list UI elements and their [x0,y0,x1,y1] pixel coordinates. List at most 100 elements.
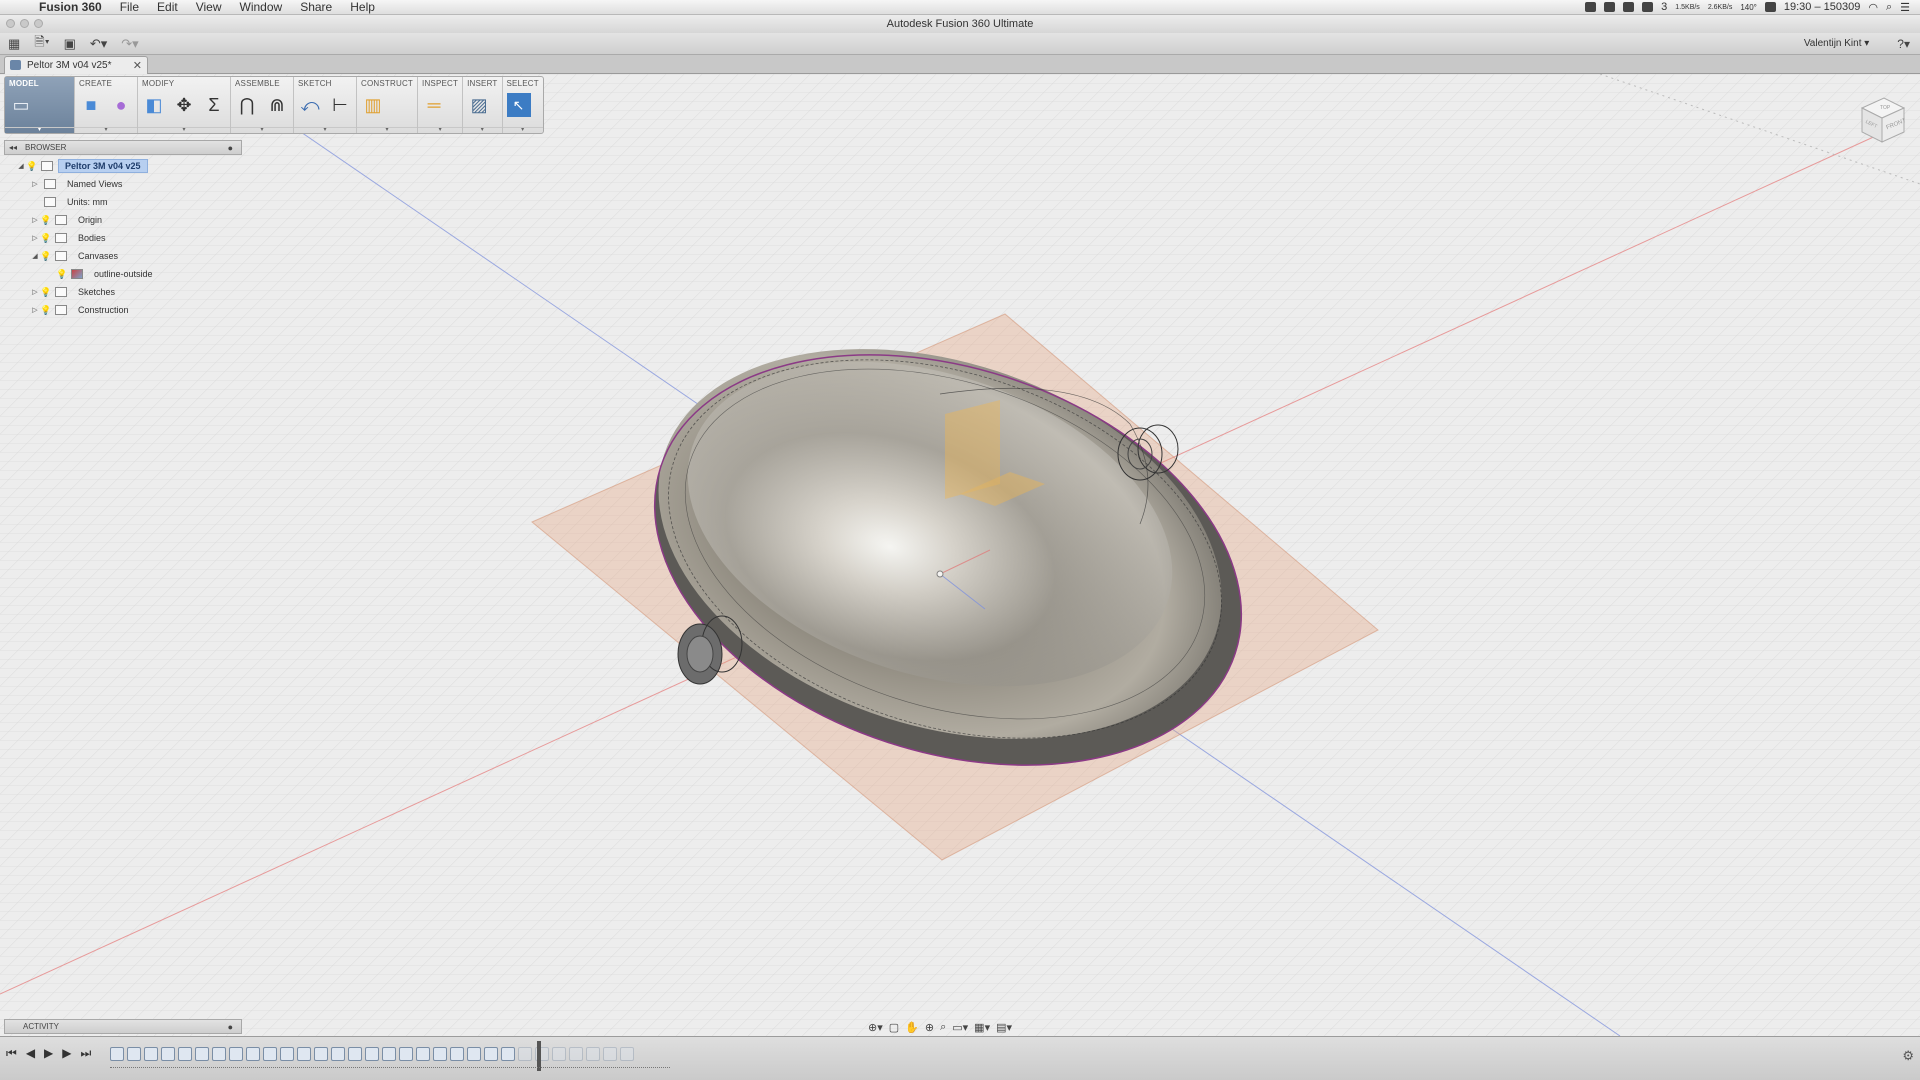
expand-arrow-icon[interactable]: ▷ [30,306,40,314]
visibility-bulb-icon[interactable]: 💡 [26,161,37,172]
visibility-bulb-icon[interactable]: 💡 [40,287,51,298]
user-account-menu[interactable]: Valentijn Kint ▾ [1804,38,1869,49]
timeline-settings-gear-icon[interactable]: ⚙ [1902,1048,1914,1064]
document-tab[interactable]: Peltor 3M v04 v25* ✕ [4,56,148,74]
timeline-step[interactable] [365,1047,379,1061]
visibility-bulb-icon[interactable]: 💡 [40,251,51,262]
save-icon[interactable]: ▣ [64,36,76,52]
browser-panel-header[interactable]: ◂◂ BROWSER ● [4,140,242,155]
go-to-start-icon[interactable]: ⏮ [6,1046,17,1061]
tree-node-root[interactable]: ◢ 💡 Peltor 3M v04 v25 [4,157,244,175]
visibility-bulb-icon[interactable]: 💡 [56,269,67,280]
tree-node-origin[interactable]: ▷ 💡 Origin [4,211,244,229]
tree-node-bodies[interactable]: ▷ 💡 Bodies [4,229,244,247]
timeline-step[interactable] [178,1047,192,1061]
play-icon[interactable]: ▶ [44,1046,53,1061]
collapse-arrow-icon[interactable]: ◢ [30,252,40,260]
zoom-icon[interactable]: ⊕ [925,1021,934,1034]
modify-dropdown-icon[interactable]: ▾ [138,127,230,133]
grid-settings-icon[interactable]: ▦▾ [974,1021,990,1034]
timeline-step[interactable] [297,1047,311,1061]
tree-node-sketches[interactable]: ▷ 💡 Sketches [4,283,244,301]
create-sketch-icon[interactable]: ⤺ [298,93,322,117]
menu-help[interactable]: Help [341,0,384,14]
menu-share[interactable]: Share [291,0,341,14]
timeline-step-suppressed[interactable] [586,1047,600,1061]
tree-node-construction[interactable]: ▷ 💡 Construction [4,301,244,319]
timeline-step[interactable] [127,1047,141,1061]
workspace-dropdown-icon[interactable]: ▾ [5,127,74,133]
expand-arrow-icon[interactable]: ▷ [30,216,40,224]
timeline-step[interactable] [229,1047,243,1061]
notification-center-icon[interactable]: ☰ [1900,1,1910,14]
data-panel-icon[interactable]: ▦ [8,36,20,52]
timeline-step[interactable] [399,1047,413,1061]
timeline-step-suppressed[interactable] [552,1047,566,1061]
orbit-icon[interactable]: ⊕▾ [868,1021,883,1034]
app-tray-icon[interactable] [1642,2,1654,12]
wifi-icon[interactable]: ◠ [1868,1,1878,14]
activity-panel-header[interactable]: ACTIVITY ● [4,1019,242,1034]
timeline-step[interactable] [467,1047,481,1061]
expand-arrow-icon[interactable]: ▷ [30,288,40,296]
timeline-step[interactable] [212,1047,226,1061]
file-menu-icon[interactable]: 🗎▾ [34,33,49,55]
zoom-window-button[interactable] [34,19,43,28]
help-icon[interactable]: ?▾ [1897,37,1910,51]
visibility-bulb-icon[interactable]: 💡 [40,305,51,316]
timeline-step-suppressed[interactable] [620,1047,634,1061]
collapse-browser-icon[interactable]: ◂◂ [9,143,17,152]
inspect-dropdown-icon[interactable]: ▾ [418,127,463,133]
press-pull-icon[interactable]: ◧ [142,93,166,117]
expand-arrow-icon[interactable]: ▷ [30,180,40,188]
pin-panel-icon[interactable]: ● [228,143,233,153]
sketch-dimension-icon[interactable]: ⊢ [328,93,352,117]
go-to-end-icon[interactable]: ⏭ [81,1046,92,1061]
attached-canvas-icon[interactable]: ▨ [467,93,491,117]
look-at-icon[interactable]: ▢ [889,1021,899,1034]
timeline-step[interactable] [280,1047,294,1061]
construct-dropdown-icon[interactable]: ▾ [357,127,418,133]
create-dropdown-icon[interactable]: ▾ [75,127,137,133]
expand-arrow-icon[interactable]: ▷ [30,234,40,242]
parameters-sigma-icon[interactable]: Σ [202,93,226,117]
tree-node-canvases[interactable]: ◢ 💡 Canvases [4,247,244,265]
app-menu[interactable]: Fusion 360 [30,0,111,14]
timeline-step[interactable] [263,1047,277,1061]
timeline-step[interactable] [314,1047,328,1061]
menu-file[interactable]: File [111,0,148,14]
menu-window[interactable]: Window [231,0,292,14]
display-settings-icon[interactable]: ▭▾ [952,1021,968,1034]
step-forward-icon[interactable]: ▶ [62,1046,71,1061]
timeline-step[interactable] [110,1047,124,1061]
timeline-step[interactable] [195,1047,209,1061]
workspace-switcher[interactable]: MODEL ▭ ▾ [5,77,75,133]
viewcube-top-face[interactable]: TOP [1880,105,1891,111]
timeline-step[interactable] [484,1047,498,1061]
timeline-step-suppressed[interactable] [569,1047,583,1061]
visibility-bulb-icon[interactable]: 💡 [40,215,51,226]
close-tab-icon[interactable]: ✕ [133,59,142,72]
assemble-dropdown-icon[interactable]: ▾ [231,127,293,133]
display-icon[interactable] [1604,2,1616,12]
battery-icon[interactable] [1764,2,1776,12]
joint-icon[interactable]: ⋂ [235,93,259,117]
menu-edit[interactable]: Edit [148,0,187,14]
timeline-step[interactable] [416,1047,430,1061]
timeline-step[interactable] [246,1047,260,1061]
timeline-step[interactable] [331,1047,345,1061]
close-window-button[interactable] [6,19,15,28]
timeline-step[interactable] [501,1047,515,1061]
step-back-icon[interactable]: ◀ [26,1046,35,1061]
insert-dropdown-icon[interactable]: ▾ [463,127,502,133]
measure-icon[interactable]: ═ [422,93,446,117]
undo-icon[interactable]: ↶▾ [90,36,107,52]
move-icon[interactable]: ✥ [172,93,196,117]
pan-icon[interactable]: ✋ [905,1021,919,1034]
timeline-step[interactable] [161,1047,175,1061]
clock[interactable]: 19:30 – 150309 [1784,1,1860,13]
viewcube[interactable]: TOP FRONT LEFT [1850,90,1910,150]
fit-icon[interactable]: ⌕ [940,1021,946,1034]
timeline-step[interactable] [450,1047,464,1061]
select-dropdown-icon[interactable]: ▾ [502,127,543,133]
